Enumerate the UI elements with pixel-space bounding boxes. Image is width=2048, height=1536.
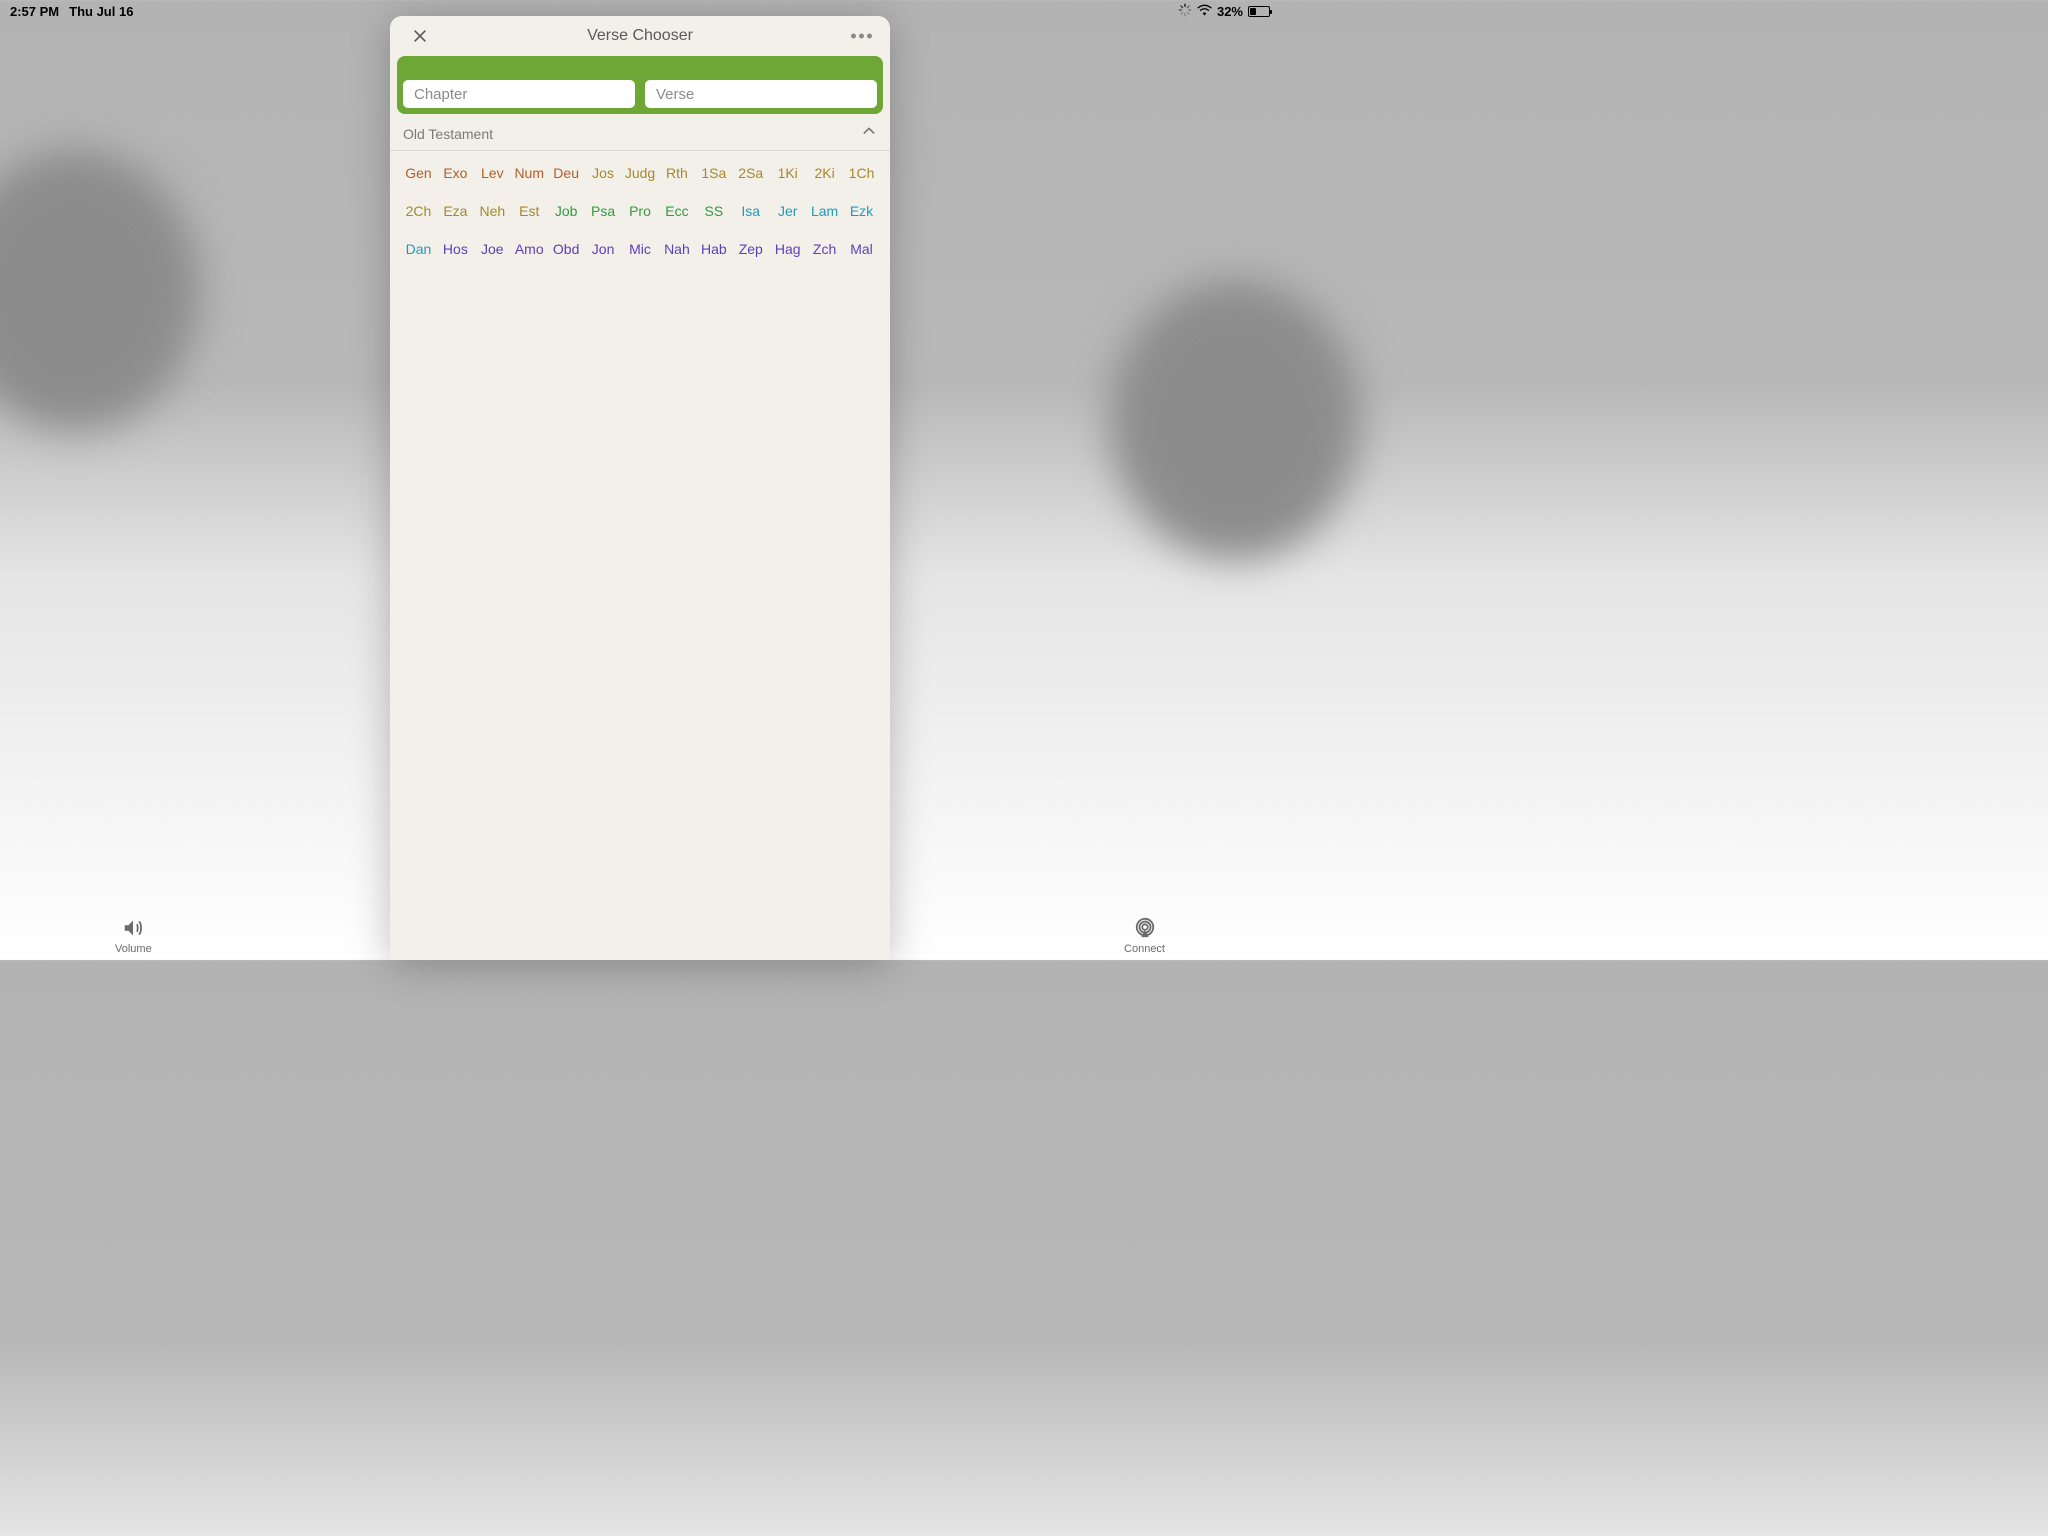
book-hab[interactable]: Hab [695,241,732,257]
verse-chooser-modal: Verse Chooser Old Testament GenExoLevNum… [390,16,890,960]
book-1ch[interactable]: 1Ch [843,165,880,181]
book-zch[interactable]: Zch [806,241,843,257]
background-blur-right [1110,280,1360,560]
book-judg[interactable]: Judg [622,165,659,181]
book-nah[interactable]: Nah [658,241,695,257]
book-psa[interactable]: Psa [585,203,622,219]
connect-label: Connect [1124,943,1165,955]
book-mal[interactable]: Mal [843,241,880,257]
verse-input[interactable] [645,80,877,108]
book-1ki[interactable]: 1Ki [769,165,806,181]
modal-header: Verse Chooser [390,16,890,56]
book-2sa[interactable]: 2Sa [732,165,769,181]
airplay-icon [1134,917,1156,939]
close-icon [412,28,428,44]
book-exo[interactable]: Exo [437,165,474,181]
book-num[interactable]: Num [511,165,548,181]
more-icon [851,34,856,39]
book-mic[interactable]: Mic [622,241,659,257]
book-jer[interactable]: Jer [769,203,806,219]
book-obd[interactable]: Obd [548,241,585,257]
modal-title: Verse Chooser [587,27,693,45]
book-hag[interactable]: Hag [769,241,806,257]
book-eza[interactable]: Eza [437,203,474,219]
book-ss[interactable]: SS [695,203,732,219]
book-deu[interactable]: Deu [548,165,585,181]
book-amo[interactable]: Amo [511,241,548,257]
battery-icon [1248,6,1270,17]
status-time: 2:57 PM [10,4,59,19]
chevron-up-icon [861,123,877,144]
book-neh[interactable]: Neh [474,203,511,219]
background-blur-left [0,150,200,430]
book-1sa[interactable]: 1Sa [695,165,732,181]
book-pro[interactable]: Pro [622,203,659,219]
section-title: Old Testament [403,126,493,142]
more-button[interactable] [851,34,872,39]
book-ecc[interactable]: Ecc [658,203,695,219]
book-joe[interactable]: Joe [474,241,511,257]
wifi-icon [1197,4,1212,19]
book-jos[interactable]: Jos [585,165,622,181]
status-date: Thu Jul 16 [69,4,133,19]
book-isa[interactable]: Isa [732,203,769,219]
book-job[interactable]: Job [548,203,585,219]
book-2ki[interactable]: 2Ki [806,165,843,181]
chapter-input[interactable] [403,80,635,108]
book-jon[interactable]: Jon [585,241,622,257]
speaker-icon [122,917,144,939]
book-est[interactable]: Est [511,203,548,219]
book-lam[interactable]: Lam [806,203,843,219]
status-battery-pct: 32% [1217,4,1243,19]
book-hos[interactable]: Hos [437,241,474,257]
book-rth[interactable]: Rth [658,165,695,181]
book-dan[interactable]: Dan [400,241,437,257]
search-area [397,56,883,114]
volume-button[interactable]: Volume [115,917,152,955]
loading-icon [1178,3,1192,20]
volume-label: Volume [115,943,152,955]
book-2ch[interactable]: 2Ch [400,203,437,219]
book-zep[interactable]: Zep [732,241,769,257]
book-lev[interactable]: Lev [474,165,511,181]
book-gen[interactable]: Gen [400,165,437,181]
connect-button[interactable]: Connect [1124,917,1165,955]
book-ezk[interactable]: Ezk [843,203,880,219]
books-grid: GenExoLevNumDeuJosJudgRth1Sa2Sa1Ki2Ki1Ch… [390,151,890,271]
section-header[interactable]: Old Testament [390,117,890,151]
close-button[interactable] [408,24,432,48]
